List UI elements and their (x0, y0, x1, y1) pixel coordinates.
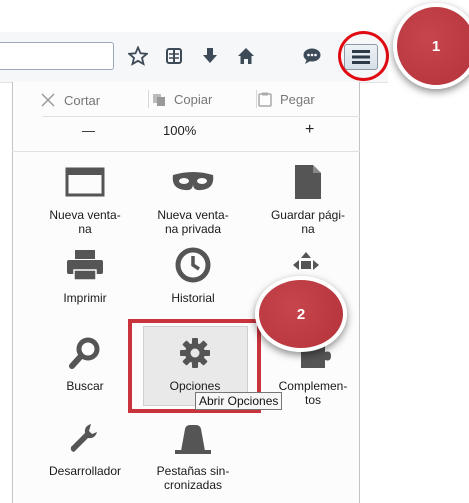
magnifier-icon (69, 337, 100, 369)
save-page-item[interactable]: Guardar pági- na (253, 162, 363, 236)
paste-label: Pegar (280, 92, 315, 107)
private-window-label: Nueva venta- na privada (157, 208, 229, 236)
divider (42, 116, 360, 117)
options-tooltip: Abrir Opciones (195, 392, 283, 410)
find-label: Buscar (66, 379, 104, 393)
sync-tabs-item[interactable]: Pestañas sin- cronizadas (138, 418, 248, 492)
reading-list-icon[interactable] (162, 44, 186, 68)
mask-icon (172, 172, 214, 191)
clock-icon (175, 247, 211, 283)
developer-label: Desarrollador (48, 464, 122, 478)
print-label: Imprimir (63, 291, 107, 305)
new-window-label: Nueva venta- na (49, 208, 121, 236)
zoom-row: — 100% + (12, 118, 360, 144)
cut-button[interactable]: Cortar (40, 92, 100, 108)
zoom-level[interactable]: 100% (163, 123, 196, 138)
url-bar[interactable] (0, 42, 114, 70)
save-page-label: Guardar pági- na (270, 208, 346, 236)
step-badge-1: 1 (393, 3, 469, 89)
cut-label: Cortar (64, 92, 101, 108)
synced-tabs-icon (175, 425, 211, 454)
divider (12, 151, 360, 152)
copy-button[interactable]: Copiar (152, 92, 212, 107)
zoom-out-button[interactable]: — (82, 123, 95, 138)
separator (256, 90, 257, 108)
new-window-icon (65, 167, 105, 197)
browser-toolbar (0, 32, 388, 83)
separator (148, 90, 149, 108)
printer-icon (67, 250, 103, 281)
step-badge-2: 2 (255, 276, 347, 352)
page-icon (295, 165, 321, 199)
home-icon[interactable] (234, 44, 258, 68)
find-item[interactable]: Buscar (30, 333, 140, 393)
edit-row: Cortar Copiar Pegar (12, 86, 360, 116)
private-window-item[interactable]: Nueva venta- na privada (138, 162, 248, 236)
print-item[interactable]: Imprimir (30, 245, 140, 305)
star-icon[interactable] (126, 44, 150, 68)
clipboard-icon (258, 92, 272, 107)
new-window-item[interactable]: Nueva venta- na (30, 162, 140, 236)
copy-icon (153, 93, 165, 106)
copy-label: Copiar (174, 92, 213, 107)
history-label: Historial (171, 291, 215, 305)
chat-icon[interactable] (300, 44, 324, 68)
zoom-in-button[interactable]: + (305, 121, 314, 139)
history-item[interactable]: Historial (138, 245, 248, 305)
annotation-ring (338, 31, 389, 81)
developer-item[interactable]: Desarrollador (30, 418, 140, 478)
download-icon[interactable] (198, 44, 222, 68)
scissors-icon (41, 93, 55, 107)
sync-tabs-label: Pestañas sin- cronizadas (156, 464, 230, 492)
wrench-icon (70, 424, 97, 452)
paste-button[interactable]: Pegar (258, 92, 315, 107)
